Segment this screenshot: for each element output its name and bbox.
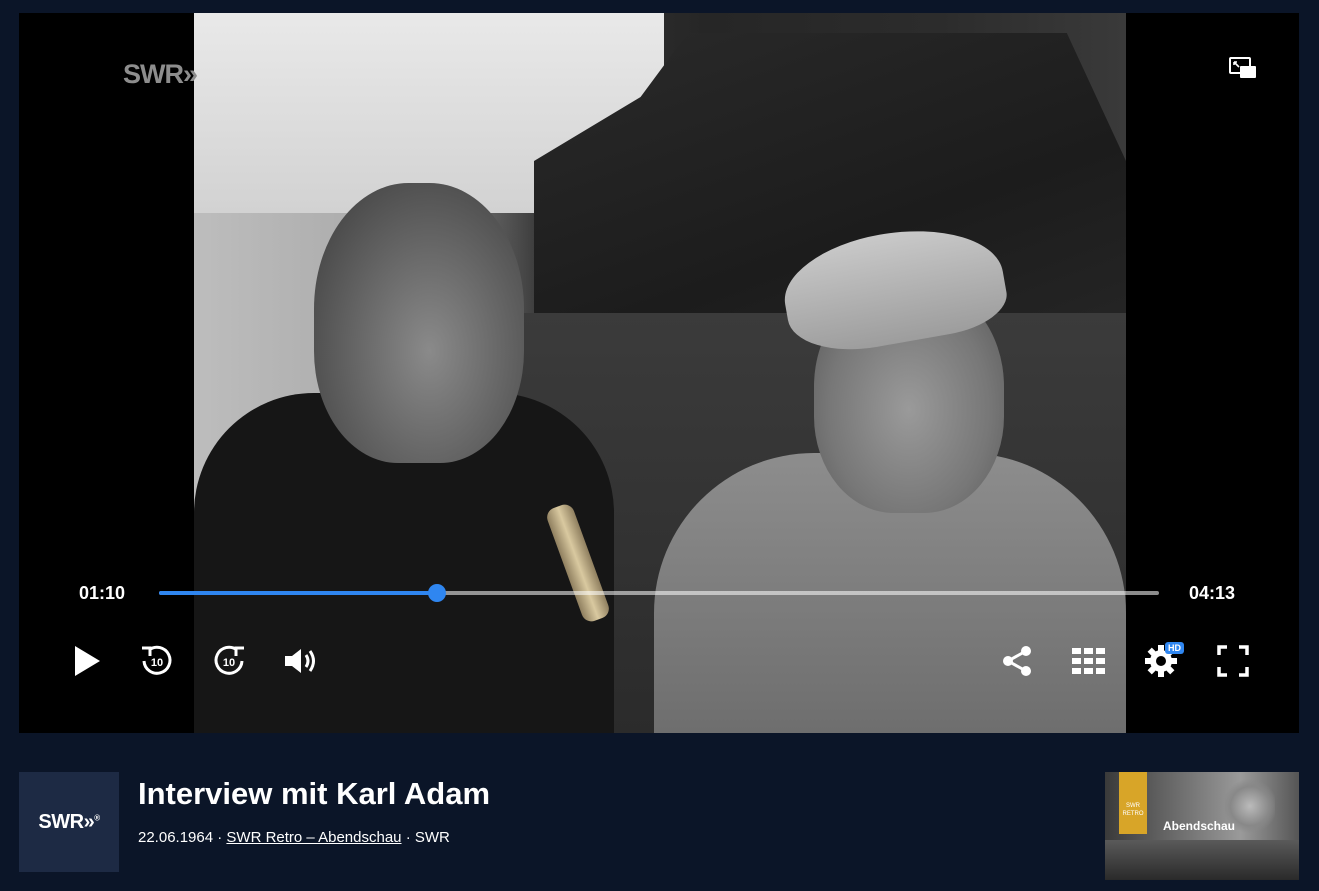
volume-button[interactable]: [279, 639, 323, 683]
broadcaster: SWR: [414, 829, 450, 846]
channel-logo-label: SWR: [38, 810, 84, 833]
share-icon: [1003, 646, 1031, 676]
progress-handle[interactable]: [428, 584, 446, 602]
thumbnail-floor: [1105, 840, 1299, 880]
watermark-text: SWR: [123, 59, 184, 89]
thumbnail-ribbon: SWR RETRO: [1119, 772, 1147, 834]
meta-separator: ·: [405, 829, 411, 846]
interviewer-head: [314, 183, 524, 463]
hd-badge: HD: [1165, 642, 1184, 654]
video-title: Interview mit Karl Adam: [138, 776, 491, 811]
picture-in-picture-icon: [1229, 57, 1256, 78]
current-time: 01:10: [79, 583, 126, 603]
thumbnail-show-name: Abendschau: [1163, 819, 1236, 833]
play-icon: [75, 646, 100, 676]
meta-separator: ·: [217, 829, 223, 846]
video-frame[interactable]: [194, 13, 1126, 733]
forward-10-icon: 10: [214, 645, 244, 675]
swr-arrows-icon: »: [183, 59, 198, 89]
series-thumbnail[interactable]: SWR RETRO Abendschau: [1105, 772, 1299, 880]
forward-10-button[interactable]: 10: [207, 639, 251, 683]
picture-in-picture-button[interactable]: [1229, 57, 1259, 81]
play-button[interactable]: [65, 639, 109, 683]
channel-logo-text: SWR»®: [38, 810, 100, 833]
share-button[interactable]: [995, 639, 1039, 683]
swr-watermark-logo: SWR»: [123, 59, 198, 90]
video-player[interactable]: SWR» 01:10 04:13 10 10 HD: [19, 13, 1299, 733]
channel-logo[interactable]: SWR»®: [19, 772, 119, 872]
chapters-button[interactable]: [1067, 639, 1111, 683]
forward-seconds: 10: [223, 657, 235, 669]
video-info: SWR»® Interview mit Karl Adam 22.06.1964…: [19, 772, 1299, 880]
rewind-seconds: 10: [151, 657, 163, 669]
rewind-10-icon: 10: [142, 645, 172, 675]
total-time: 04:13: [1189, 583, 1236, 603]
video-meta: 22.06.1964 · SWR Retro – Abendschau · SW…: [138, 829, 450, 846]
progress-bar[interactable]: [159, 584, 1159, 602]
fullscreen-icon: [1217, 645, 1249, 677]
broadcast-date: 22.06.1964: [138, 829, 214, 846]
series-link[interactable]: SWR Retro – Abendschau: [226, 829, 401, 846]
grid-icon: [1072, 648, 1105, 674]
volume-icon: [285, 649, 315, 673]
rewind-10-button[interactable]: 10: [135, 639, 179, 683]
fullscreen-button[interactable]: [1211, 639, 1255, 683]
progress-fill: [159, 591, 437, 595]
